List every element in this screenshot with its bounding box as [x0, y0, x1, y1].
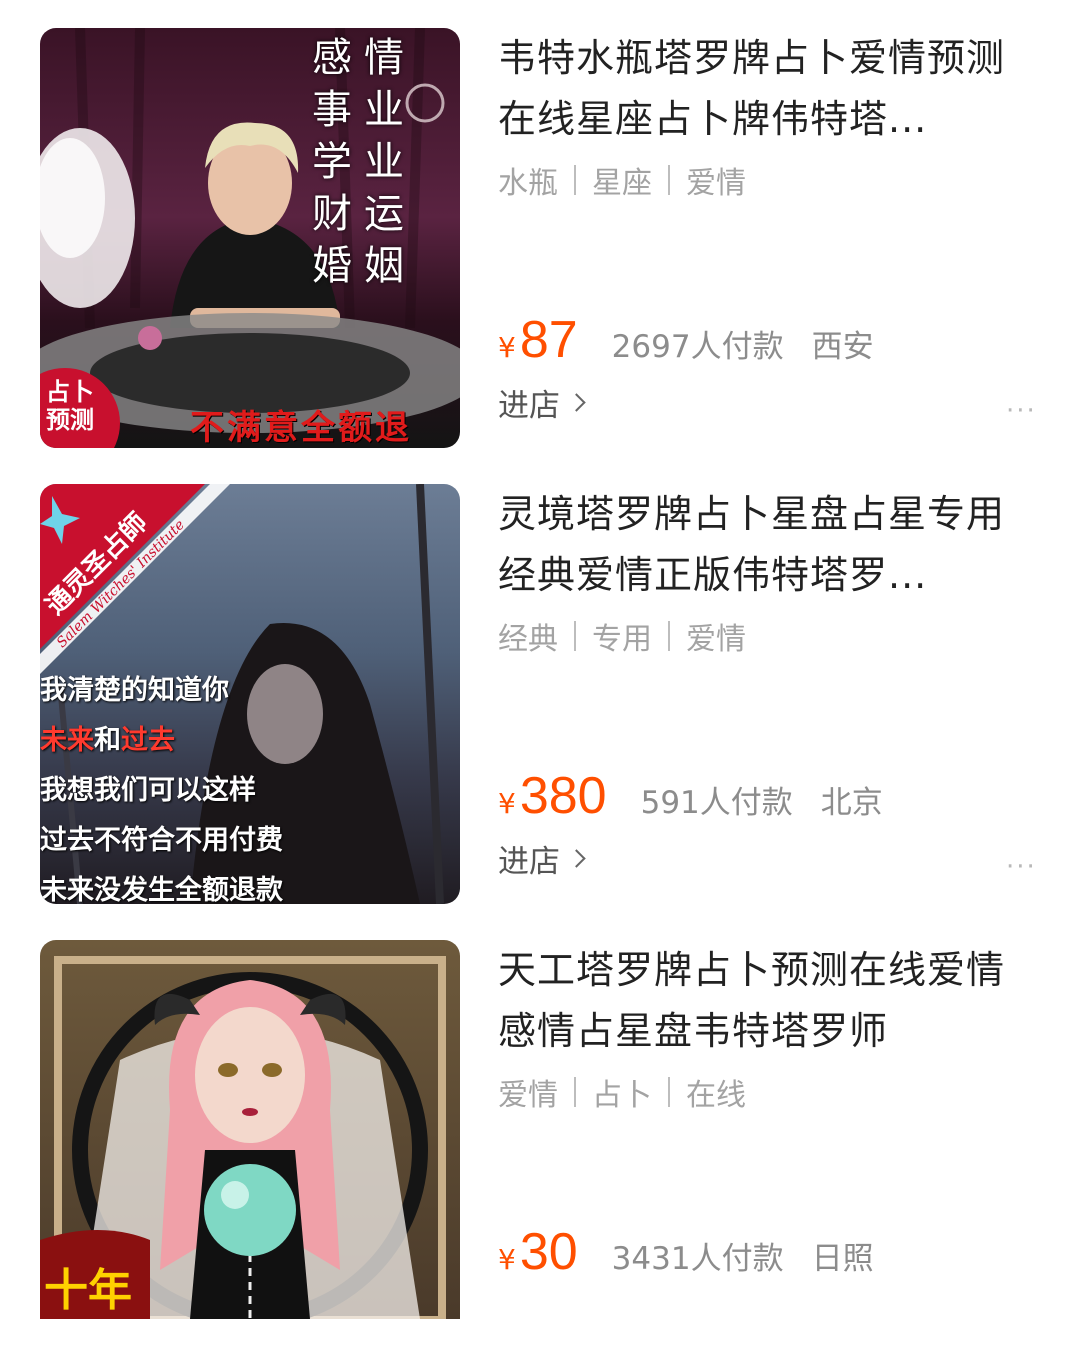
image-line-2: 未来和过去 — [40, 716, 283, 766]
tag-divider — [668, 621, 670, 651]
sales-count: 3431人付款 — [611, 1241, 784, 1277]
sales-count: 2697人付款 — [611, 329, 784, 365]
product-image[interactable]: 感事学财婚 情业业运姻 占卜 预测 不满意全额退 — [40, 28, 460, 448]
chevron-right-icon — [567, 849, 586, 868]
product-image[interactable]: 通灵圣占師 Salem Witches' Institute 我清楚的知道你 未… — [40, 484, 460, 904]
price-row: ¥ 30 3431人付款 日照 — [498, 1222, 874, 1282]
tag: 星座 — [592, 166, 652, 201]
badge-text: 占卜 预测 — [46, 378, 94, 434]
price: 30 — [519, 1223, 578, 1281]
product-title[interactable]: 天工塔罗牌占卜预测在线爱情感情占星盘韦特塔罗师 — [498, 940, 1038, 1062]
product-card-1[interactable]: 感事学财婚 情业业运姻 占卜 预测 不满意全额退 韦特水瓶塔罗牌占卜爱情预测在线… — [0, 0, 1080, 456]
tag-divider — [668, 1077, 670, 1107]
tag-divider — [574, 165, 576, 195]
enter-shop-label: 进店 — [498, 844, 560, 880]
product-image[interactable]: 十年 — [40, 940, 460, 1319]
price-row: ¥ 380 591人付款 北京 — [498, 766, 883, 826]
product-card-3[interactable]: 十年 天工塔罗牌占卜预测在线爱情感情占星盘韦特塔罗师 爱情 占卜 在线 ¥ 30… — [0, 912, 1080, 1368]
image-line-1: 我清楚的知道你 — [40, 675, 229, 706]
image-line-2a: 未来 — [40, 725, 94, 756]
currency-symbol: ¥ — [498, 787, 516, 820]
product-title[interactable]: 灵境塔罗牌占卜星盘占星专用 经典爱情正版伟特塔罗... — [498, 484, 1038, 606]
more-options-icon[interactable]: ··· — [1006, 396, 1037, 426]
more-options-icon[interactable]: ··· — [1006, 852, 1037, 882]
image-line-3: 我想我们可以这样 — [40, 775, 256, 806]
price-row: ¥ 87 2697人付款 西安 — [498, 310, 874, 370]
sales-count: 591人付款 — [640, 785, 793, 821]
vertical-text-right: 情业业运姻 — [364, 35, 404, 289]
image-line-2c: 过去 — [121, 725, 175, 756]
product-info: 天工塔罗牌占卜预测在线爱情感情占星盘韦特塔罗师 爱情 占卜 在线 ¥ 30 34… — [498, 940, 1038, 1281]
tag: 爱情 — [686, 166, 746, 201]
price: 380 — [519, 767, 607, 825]
chevron-right-icon — [567, 393, 586, 412]
tag: 爱情 — [498, 1078, 558, 1113]
enter-shop-link[interactable]: 进店 — [498, 836, 586, 881]
tag: 经典 — [498, 622, 558, 657]
currency-symbol: ¥ — [498, 331, 516, 364]
tag: 水瓶 — [498, 166, 558, 201]
tag-list: 水瓶 星座 爱情 — [498, 160, 1038, 201]
location: 日照 — [811, 1241, 874, 1277]
enter-shop-label: 进店 — [498, 388, 560, 424]
refund-banner: 不满意全额退 — [190, 408, 412, 448]
tag: 专用 — [592, 622, 652, 657]
vertical-text-left: 感事学财婚 — [312, 35, 352, 289]
image-line-5: 未来没发生全额退款 — [40, 875, 283, 904]
product-info: 韦特水瓶塔罗牌占卜爱情预测在线星座占卜牌伟特塔... 水瓶 星座 爱情 ¥ 87… — [498, 28, 1038, 426]
enter-shop-link[interactable]: 进店 — [498, 380, 586, 425]
tag-divider — [574, 1077, 576, 1107]
price: 87 — [519, 311, 578, 369]
tag-divider — [668, 165, 670, 195]
location: 西安 — [811, 329, 874, 365]
product-info: 灵境塔罗牌占卜星盘占星专用 经典爱情正版伟特塔罗... 经典 专用 爱情 ¥ 3… — [498, 484, 1038, 882]
tag: 爱情 — [686, 622, 746, 657]
location: 北京 — [820, 785, 883, 821]
tag-list: 经典 专用 爱情 — [498, 616, 1038, 657]
badge-text: 十年 — [44, 1265, 132, 1316]
image-line-4: 过去不符合不用付费 — [40, 825, 283, 856]
product-title[interactable]: 韦特水瓶塔罗牌占卜爱情预测在线星座占卜牌伟特塔... — [498, 28, 1038, 150]
currency-symbol: ¥ — [498, 1243, 516, 1276]
tag: 占卜 — [592, 1078, 652, 1113]
image-line-2b: 和 — [94, 725, 121, 756]
tag: 在线 — [686, 1078, 746, 1113]
tag-divider — [574, 621, 576, 651]
tag-list: 爱情 占卜 在线 — [498, 1072, 1038, 1113]
product-card-2[interactable]: 通灵圣占師 Salem Witches' Institute 我清楚的知道你 未… — [0, 456, 1080, 912]
